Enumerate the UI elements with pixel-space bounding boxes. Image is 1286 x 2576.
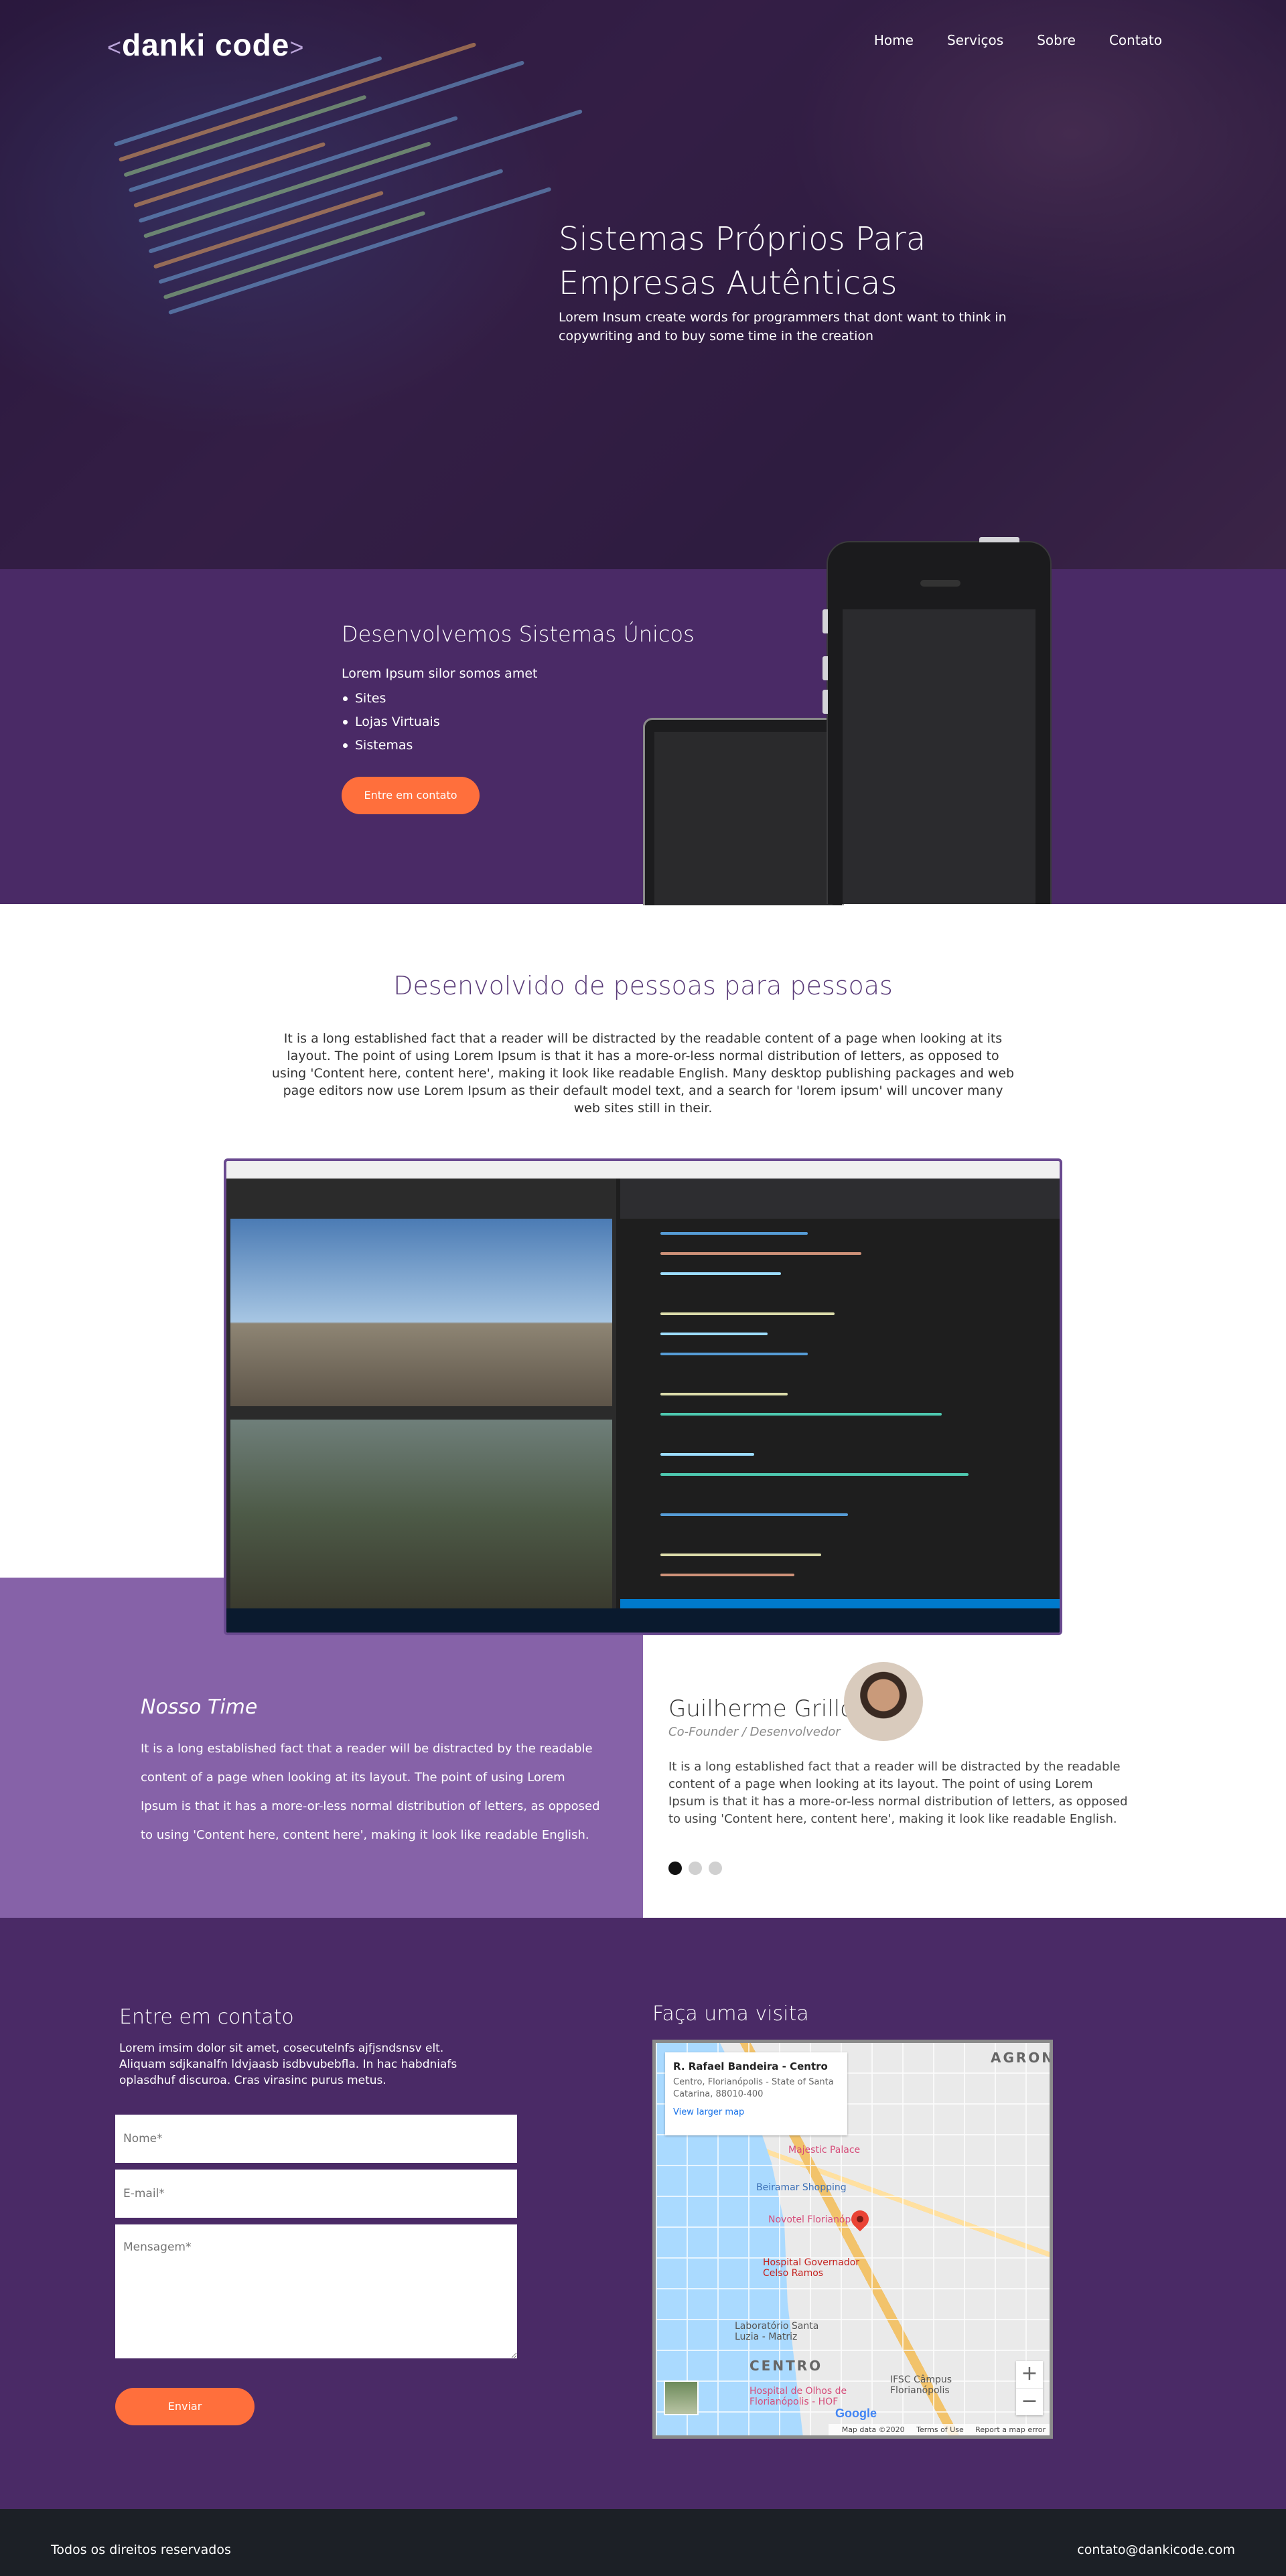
services-item: Sistemas — [342, 734, 440, 757]
hero-title: Sistemas Próprios Para Empresas Autêntic… — [559, 220, 926, 302]
map-poi[interactable]: Majestic Palace — [788, 2145, 860, 2155]
phone-illustration — [823, 537, 1052, 904]
map-poi[interactable]: IFSC Câmpus Florianópolis — [890, 2374, 991, 2396]
about-text: It is a long established fact that a rea… — [271, 1031, 1015, 1116]
google-logo: Google — [835, 2407, 877, 2420]
map-attribution: Map data ©2020 Terms of Use Report a map… — [828, 2424, 1050, 2435]
services-item: Lojas Virtuais — [342, 710, 440, 734]
tablet-illustration — [643, 718, 844, 905]
map-larger-link[interactable]: View larger map — [673, 2107, 839, 2117]
nav-servicos[interactable]: Serviços — [947, 32, 1003, 48]
slider-dots — [668, 1862, 722, 1875]
logo[interactable]: <danki code> — [107, 27, 304, 63]
member-role: Co-Founder / Desenvolvedor — [668, 1725, 841, 1739]
map-zoom-control: + − — [1016, 2361, 1043, 2415]
nav-contato[interactable]: Contato — [1109, 32, 1162, 48]
nav-home[interactable]: Home — [874, 32, 914, 48]
email-input[interactable] — [115, 2170, 517, 2218]
map-info-card: R. Rafael Bandeira - Centro Centro, Flor… — [665, 2052, 847, 2135]
services-title: Desenvolvemos Sistemas Únicos — [342, 621, 695, 647]
contact-text: Lorem imsim dolor sit amet, cosecutelnfs… — [119, 2042, 457, 2087]
map-embed[interactable]: R. Rafael Bandeira - Centro Centro, Flor… — [652, 2040, 1053, 2439]
zoom-out-button[interactable]: − — [1016, 2389, 1043, 2415]
about-title: Desenvolvido de pessoas para pessoas — [393, 971, 893, 1000]
member-avatar — [844, 1662, 923, 1741]
contact-title: Entre em contato — [119, 2005, 294, 2029]
contact-cta-button[interactable]: Entre em contato — [342, 777, 480, 814]
footer-copyright: Todos os direitos reservados — [51, 2543, 231, 2557]
message-textarea[interactable] — [115, 2224, 517, 2358]
name-input[interactable] — [115, 2115, 517, 2163]
main-nav: Home Serviços Sobre Contato — [874, 32, 1162, 48]
map-poi[interactable]: Laboratório Santa Luzia - Matriz — [735, 2321, 829, 2342]
footer-email[interactable]: contato@dankicode.com — [1077, 2543, 1235, 2557]
slider-dot[interactable] — [709, 1862, 722, 1875]
map-area-label: CENTRO — [749, 2358, 823, 2374]
services-lead: Lorem Ipsum silor somos amet — [342, 666, 538, 681]
map-place-address: Centro, Florianópolis - State of Santa C… — [673, 2077, 834, 2099]
team-title: Nosso Time — [141, 1695, 258, 1719]
services-item: Sites — [342, 687, 440, 710]
nav-sobre[interactable]: Sobre — [1037, 32, 1076, 48]
street-view-thumbnail[interactable] — [664, 2380, 699, 2415]
map-poi[interactable]: Hospital de Olhos de Florianópolis - HOF — [749, 2386, 877, 2407]
map-place-name: R. Rafael Bandeira - Centro — [673, 2060, 828, 2072]
map-poi[interactable]: Beiramar Shopping — [756, 2182, 847, 2193]
visit-title: Faça uma visita — [652, 2002, 809, 2026]
services-list: Sites Lojas Virtuais Sistemas — [342, 687, 440, 757]
ide-screenshot-image — [224, 1158, 1062, 1635]
map-poi[interactable]: Hospital Governador Celso Ramos — [763, 2257, 870, 2279]
map-area-label: AGRONÔ — [991, 2050, 1050, 2066]
map-pin-icon[interactable] — [851, 2210, 869, 2234]
submit-button[interactable]: Enviar — [115, 2388, 255, 2425]
zoom-in-button[interactable]: + — [1016, 2361, 1043, 2388]
member-text: It is a long established fact that a rea… — [668, 1760, 1128, 1826]
slider-dot[interactable] — [689, 1862, 702, 1875]
slider-dot[interactable] — [668, 1862, 682, 1875]
team-text: It is a long established fact that a rea… — [141, 1742, 600, 1842]
hero-subtitle: Lorem Insum create words for programmers… — [559, 310, 1007, 344]
member-name: Guilherme Grillo — [668, 1695, 854, 1722]
